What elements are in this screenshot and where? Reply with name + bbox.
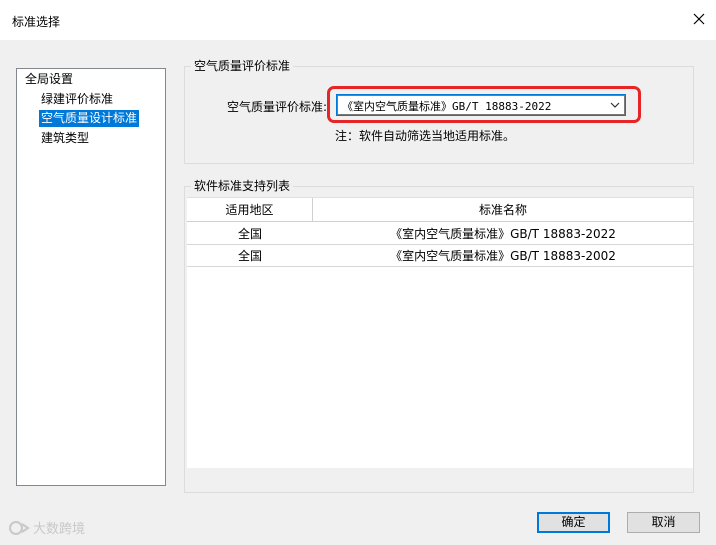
column-header-standard-name[interactable]: 标准名称 (313, 198, 693, 222)
group-title: 软件标准支持列表 (191, 179, 294, 193)
table-cell-region: 全国 (237, 227, 262, 241)
table-header: 适用地区 标准名称 (187, 198, 693, 222)
ok-button[interactable]: 确定 (537, 512, 610, 533)
chevron-down-icon (610, 102, 620, 108)
window-title: 标准选择 (12, 15, 61, 29)
group-title: 空气质量评价标准 (191, 59, 294, 73)
watermark: 大数跨境 (8, 518, 85, 537)
dialog-body: 全局设置 绿建评价标准 空气质量设计标准 建筑类型 空气质量评价标准 空气质量评… (6, 40, 710, 540)
column-header-region[interactable]: 适用地区 (187, 198, 313, 222)
close-icon (693, 13, 705, 25)
standard-field-label: 空气质量评价标准: (227, 100, 328, 114)
close-button[interactable] (684, 4, 714, 34)
table-cell-standard: 《室内空气质量标准》GB/T 18883-2002 (390, 249, 616, 263)
table-cell-region: 全国 (237, 249, 262, 263)
tree-item-global-settings[interactable]: 全局设置 (23, 71, 75, 88)
table-row[interactable]: 全国 《室内空气质量标准》GB/T 18883-2022 (187, 223, 693, 245)
table-cell-standard: 《室内空气质量标准》GB/T 18883-2022 (390, 227, 616, 241)
logo-icon (9, 520, 30, 535)
tree-item-air-quality[interactable]: 空气质量设计标准 (39, 110, 140, 127)
standard-select-value: 《室内空气质量标准》GB/T 18883-2022 (342, 100, 552, 113)
supported-standards-group: 软件标准支持列表 适用地区 标准名称 全国 《室内空气质量标准》GB/T 188… (184, 179, 694, 493)
title-bar: 标准选择 (0, 0, 716, 40)
table-footer (187, 468, 693, 488)
standard-select[interactable]: 《室内空气质量标准》GB/T 18883-2022 (336, 94, 626, 116)
settings-tree: 全局设置 绿建评价标准 空气质量设计标准 建筑类型 (16, 68, 166, 486)
table-row[interactable]: 全国 《室内空气质量标准》GB/T 18883-2002 (187, 245, 693, 267)
watermark-text: 大数跨境 (33, 522, 86, 537)
tree-item-building-type[interactable]: 建筑类型 (39, 130, 91, 147)
cancel-button[interactable]: 取消 (627, 512, 700, 533)
tree-item-green-building[interactable]: 绿建评价标准 (39, 91, 115, 108)
standards-table: 适用地区 标准名称 全国 《室内空气质量标准》GB/T 18883-2022 全… (187, 197, 693, 488)
air-quality-standard-group: 空气质量评价标准 空气质量评价标准: 《室内空气质量标准》GB/T 18883-… (184, 59, 694, 164)
auto-filter-note: 注：软件自动筛选当地适用标准。 (335, 129, 516, 143)
